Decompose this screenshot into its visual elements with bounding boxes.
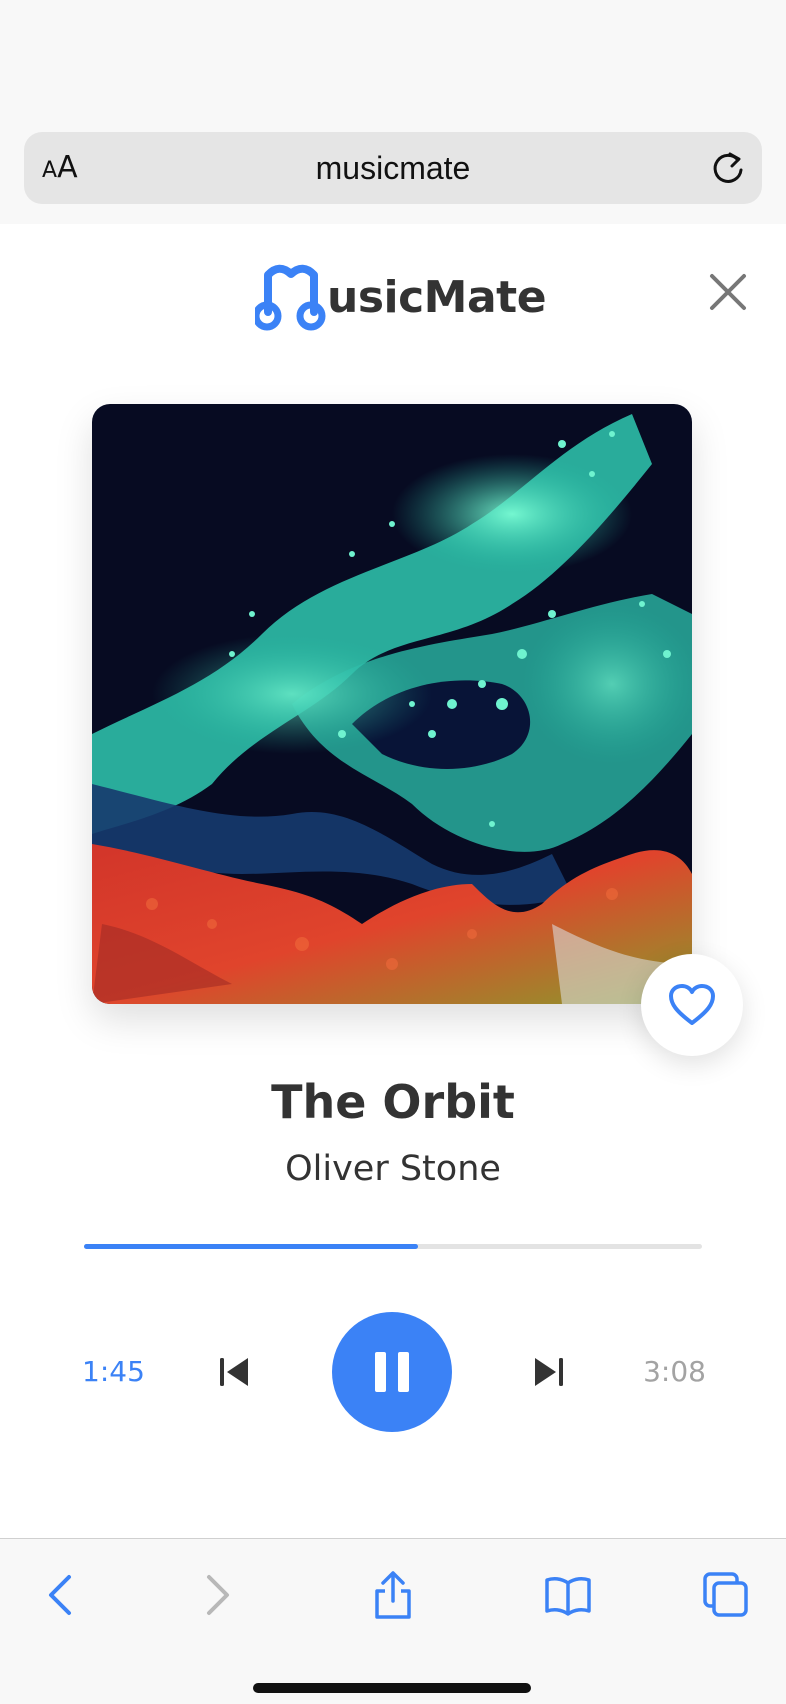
screen: AA musicmate usicMate The Orbit Oliver S… [0, 0, 786, 1704]
skip-previous-icon[interactable] [218, 1352, 250, 1392]
app-logo-text: usicMate [327, 272, 547, 323]
elapsed-time: 1:45 [82, 1355, 145, 1388]
book-icon [545, 1577, 591, 1616]
chevron-left-icon [49, 1575, 71, 1615]
progress-bar[interactable] [84, 1244, 702, 1249]
total-time: 3:08 [643, 1355, 706, 1388]
tabs-button[interactable] [698, 1567, 754, 1623]
album-cover [92, 404, 692, 1004]
track-title: The Orbit [271, 1075, 515, 1129]
address-bar[interactable]: AA musicmate [24, 132, 762, 204]
back-button[interactable] [32, 1567, 88, 1623]
favorite-button[interactable] [641, 954, 743, 1056]
web-content: usicMate The Orbit Oliver Stone 1:45 3:0… [0, 224, 786, 1538]
album-art [92, 404, 692, 1004]
browser-toolbar [0, 1538, 786, 1704]
app-logo: usicMate [255, 260, 547, 332]
music-note-icon [255, 264, 326, 331]
tabs-icon [703, 1572, 748, 1617]
pause-button[interactable] [332, 1312, 452, 1432]
reload-icon[interactable] [708, 148, 748, 188]
track-artist: Oliver Stone [285, 1149, 501, 1189]
home-indicator [253, 1683, 531, 1693]
progress-fill [84, 1244, 418, 1249]
chevron-right-icon [207, 1575, 229, 1615]
heart-outline-icon [669, 984, 715, 1025]
forward-button[interactable] [190, 1567, 246, 1623]
skip-next-icon[interactable] [533, 1352, 565, 1392]
bookmarks-button[interactable] [540, 1567, 596, 1623]
close-icon[interactable] [706, 270, 750, 314]
pause-icon [375, 1352, 409, 1392]
share-button[interactable] [365, 1567, 421, 1623]
url-text[interactable]: musicmate [24, 148, 762, 188]
share-icon [375, 1571, 411, 1619]
